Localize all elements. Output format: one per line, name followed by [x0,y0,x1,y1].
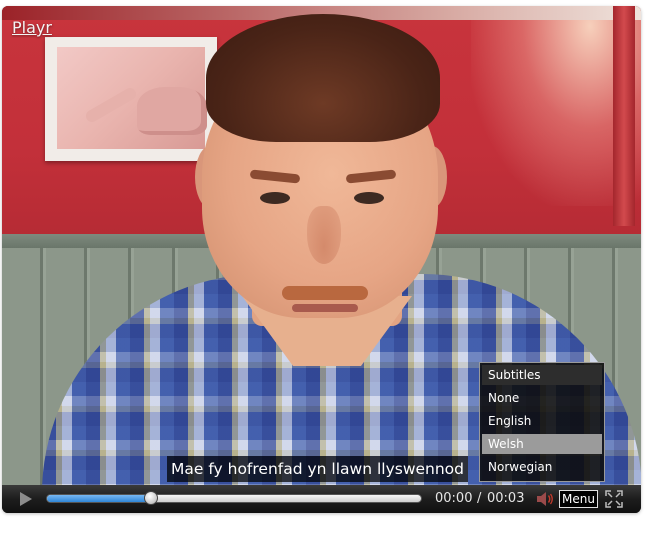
subtitles-menu-title: Subtitles [482,365,602,385]
subtitle-caption: Mae fy hofrenfad yn llawn llyswennod [167,456,469,482]
subtitle-option-norwegian[interactable]: Norwegian [482,457,602,477]
wall-picture-art [57,47,207,149]
subtitle-option-none[interactable]: None [482,388,602,408]
brand-link[interactable]: Playr [12,18,52,37]
time-separator: / [477,491,482,506]
fullscreen-glyph [605,490,623,508]
menu-button[interactable]: Menu [559,490,598,508]
fullscreen-icon[interactable] [605,490,623,508]
video-frame[interactable]: Playr Mae fy hofrenfad yn llawn llyswenn… [2,6,641,485]
play-icon[interactable] [20,492,32,506]
teapot-spout [83,85,139,125]
person-hair [206,14,440,142]
volume-glyph [537,492,553,506]
person-mustache [282,286,368,300]
video-player: Playr Mae fy hofrenfad yn llawn llyswenn… [2,6,641,513]
progress-fill [47,495,152,502]
person-eye-left [260,192,290,204]
subtitle-option-english[interactable]: English [482,411,602,431]
teapot-illustration [137,87,207,135]
volume-muted-icon[interactable] [536,491,554,507]
progress-track[interactable] [46,494,422,503]
person-eye-right [354,192,384,204]
door-edge [613,6,635,226]
control-bar: 00:00 / 00:03 Menu [2,485,641,513]
person-mouth [292,304,358,312]
subtitle-option-welsh[interactable]: Welsh [482,434,602,454]
duration-time: 00:03 [487,491,525,506]
current-time: 00:00 [435,491,473,506]
person-nose [307,206,341,264]
wall-picture [45,37,217,161]
subtitles-menu: Subtitles None English Welsh Norwegian [479,362,605,482]
